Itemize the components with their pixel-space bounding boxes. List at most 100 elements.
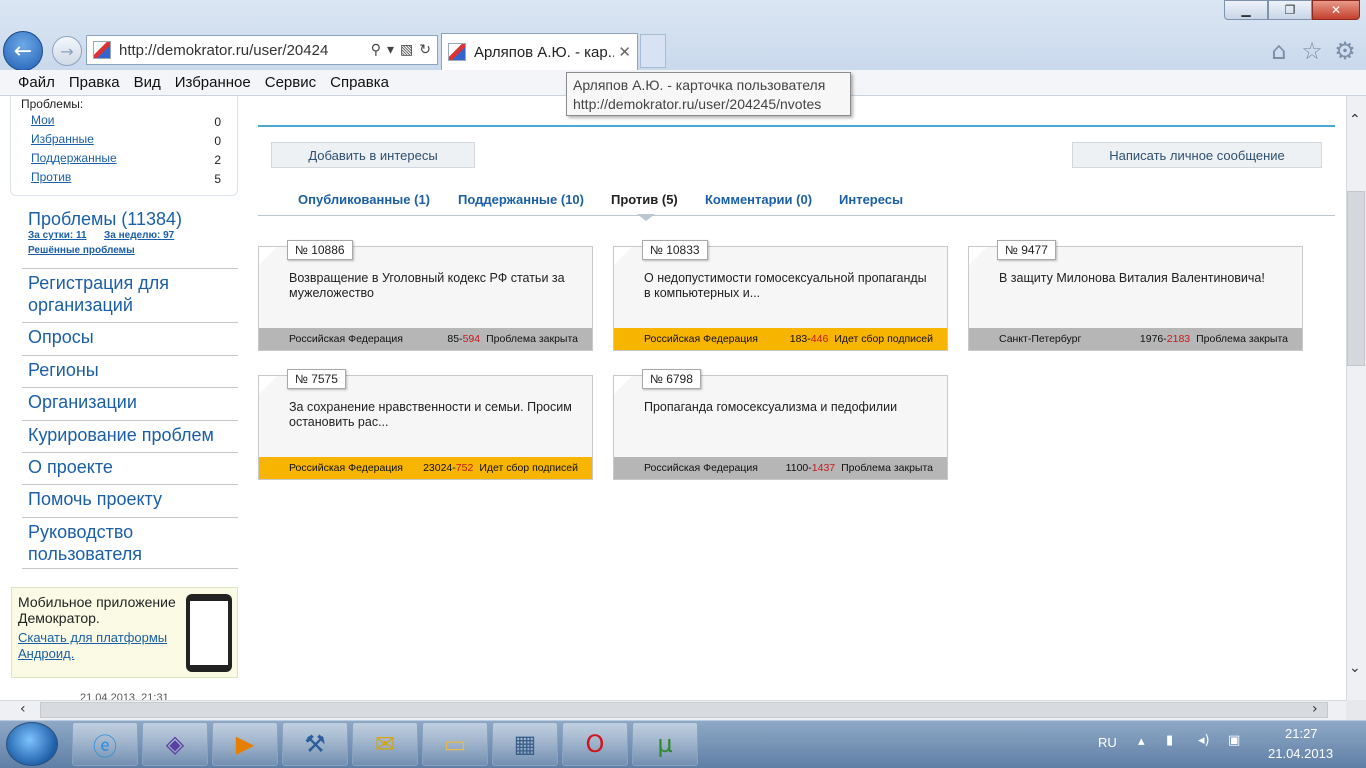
browser-tab[interactable]: Арляпов А.Ю. - кар... ✕ [441,33,638,70]
nav-regions[interactable]: Регионы [22,355,238,384]
add-to-interests-button[interactable]: Добавить в интересы [271,142,475,168]
nav-registration-orgs[interactable]: Регистрация для организаций [22,268,238,319]
nav-user-guide[interactable]: Руководство пользователя [22,517,238,569]
nav-curation[interactable]: Курирование проблем [22,420,238,449]
my-problems-link[interactable]: Мои [31,113,55,127]
menu-tools[interactable]: Сервис [265,74,316,91]
nav-polls[interactable]: Опросы [22,322,238,351]
menu-help[interactable]: Справка [330,74,389,91]
settings-gear-icon[interactable]: ⚙ [1331,37,1359,65]
menu-edit[interactable]: Правка [69,74,120,91]
tooltip-url: http://demokrator.ru/user/204245/nvotes [573,96,822,112]
clock-date[interactable]: 21.04.2013 [1268,746,1333,761]
tab-published[interactable]: Опубликованные (1) [298,192,430,207]
explorer-taskbar-icon[interactable]: ▭ [422,722,488,766]
volume-icon[interactable]: ◂) [1198,733,1210,748]
week-count-link[interactable]: За неделю: 97 [104,230,174,241]
menu-favorites[interactable]: Избранное [175,74,251,91]
problem-footer: Российская Федерация 23024-752 Идет сбор… [259,457,592,479]
scroll-right-icon[interactable]: › [1312,701,1318,717]
problem-region: Российская Федерация [289,462,403,474]
problem-footer: Российская Федерация 183-446 Идет сбор п… [614,328,947,350]
problem-region: Санкт-Петербург [999,333,1082,345]
problem-card[interactable]: № 10833 О недопустимости гомосексуальной… [613,240,948,351]
tab-comments[interactable]: Комментарии (0) [705,192,812,207]
home-icon[interactable]: ⌂ [1265,37,1293,65]
maximize-button[interactable]: ❐ [1268,0,1312,20]
problem-number: № 9477 [997,240,1056,260]
network-icon[interactable]: ▣ [1228,733,1240,748]
compat-view-icon[interactable]: ▧ [400,42,413,58]
send-message-button[interactable]: Написать личное сообщение [1072,142,1322,168]
problem-card[interactable]: № 9477 В защиту Милонова Виталия Валенти… [968,240,1303,351]
scroll-corner [1346,700,1366,720]
android-download-link[interactable]: Скачать для платформы Андроид. [18,630,183,662]
nav-about[interactable]: О проекте [22,452,238,481]
problem-number: № 10833 [642,240,708,260]
supported-problems-link[interactable]: Поддержанные [31,151,117,165]
utorrent-taskbar-icon[interactable]: µ [632,722,698,766]
scroll-up-icon[interactable]: ⌃ [1349,112,1361,128]
day-count-link[interactable]: За сутки: 11 [28,230,87,241]
vertical-scroll-thumb[interactable] [1347,191,1365,366]
problem-card[interactable]: № 10886 Возвращение в Уголовный кодекс Р… [258,240,593,351]
solved-problems-link[interactable]: Решённые проблемы [28,245,135,256]
problem-title[interactable]: В защиту Милонова Виталия Валентиновича! [999,271,1289,286]
power-icon[interactable]: ▮ [1166,733,1173,748]
problem-footer: Российская Федерация 1100-1437 Проблема … [614,457,947,479]
opera-taskbar-icon[interactable]: O [562,722,628,766]
against-problems-link[interactable]: Против [31,170,71,184]
back-button[interactable]: ← [3,31,43,71]
problem-status: Идет сбор подписей [479,462,578,474]
votes-for: 85 [447,333,460,345]
header-divider [258,125,1335,127]
problems-summary-box: Проблемы: Мои 0 Избранные 0 Поддержанные… [10,96,238,196]
close-window-button[interactable]: ✕ [1312,0,1360,20]
problem-number: № 7575 [287,369,346,389]
favorites-star-icon[interactable]: ☆ [1298,37,1326,65]
search-icon[interactable]: ⚲ [371,42,381,58]
page-content: Проблемы: Мои 0 Избранные 0 Поддержанные… [0,96,1346,700]
clock-time[interactable]: 21:27 [1285,726,1318,741]
refresh-icon[interactable]: ↻ [419,42,431,58]
problem-card[interactable]: № 7575 За сохранение нравственности и се… [258,369,593,480]
tab-interests[interactable]: Интересы [839,192,903,207]
mail-taskbar-icon[interactable]: ✉ [352,722,418,766]
calculator-taskbar-icon[interactable]: ▦ [492,722,558,766]
remote-desktop-taskbar-icon[interactable]: ⚒ [282,722,348,766]
start-button[interactable] [6,722,58,766]
problem-card[interactable]: № 6798 Пропаганда гомосексуализма и педо… [613,369,948,480]
tab-supported[interactable]: Поддержанные (10) [458,192,584,207]
vertical-scrollbar[interactable] [1346,96,1366,700]
problem-footer: Российская Федерация 85-594 Проблема зак… [259,328,592,350]
ie-taskbar-icon[interactable]: ⓔ [72,722,138,766]
menu-view[interactable]: Вид [134,74,161,91]
horizontal-scroll-thumb[interactable] [40,702,1328,718]
problem-title[interactable]: Пропаганда гомосексуализма и педофилии [644,400,934,415]
scroll-left-icon[interactable]: ‹ [20,701,26,717]
address-bar[interactable]: http://demokrator.ru/user/20424 ⚲ ▾ ▧ ↻ [86,35,438,65]
visual-studio-taskbar-icon[interactable]: ◈ [142,722,208,766]
nav-organizations[interactable]: Организации [22,387,238,416]
dropdown-icon[interactable]: ▾ [387,42,394,58]
problem-title[interactable]: За сохранение нравственности и семьи. Пр… [289,400,579,430]
votes-against: 752 [455,462,474,474]
problems-title-link[interactable]: Проблемы (11384) [28,209,182,230]
votes-against: 2183 [1166,333,1191,345]
favorite-problems-link[interactable]: Избранные [31,132,94,146]
close-tab-icon[interactable]: ✕ [618,43,631,61]
media-player-taskbar-icon[interactable]: ▶ [212,722,278,766]
votes-for: 183 [789,333,808,345]
tray-arrow-icon[interactable]: ▴ [1138,734,1145,749]
new-tab-button[interactable] [640,34,666,68]
tab-against[interactable]: Против (5) [611,192,678,207]
forward-button[interactable]: → [52,36,82,66]
menu-file[interactable]: Файл [18,74,55,91]
scroll-down-icon[interactable]: ⌄ [1349,660,1361,676]
language-indicator[interactable]: RU [1098,735,1117,750]
problem-title[interactable]: Возвращение в Уголовный кодекс РФ статьи… [289,271,579,301]
address-url[interactable]: http://demokrator.ru/user/20424 [119,42,365,59]
minimize-button[interactable]: ▁ [1224,0,1268,20]
nav-help-project[interactable]: Помочь проекту [22,484,238,513]
problem-title[interactable]: О недопустимости гомосексуальной пропага… [644,271,934,301]
